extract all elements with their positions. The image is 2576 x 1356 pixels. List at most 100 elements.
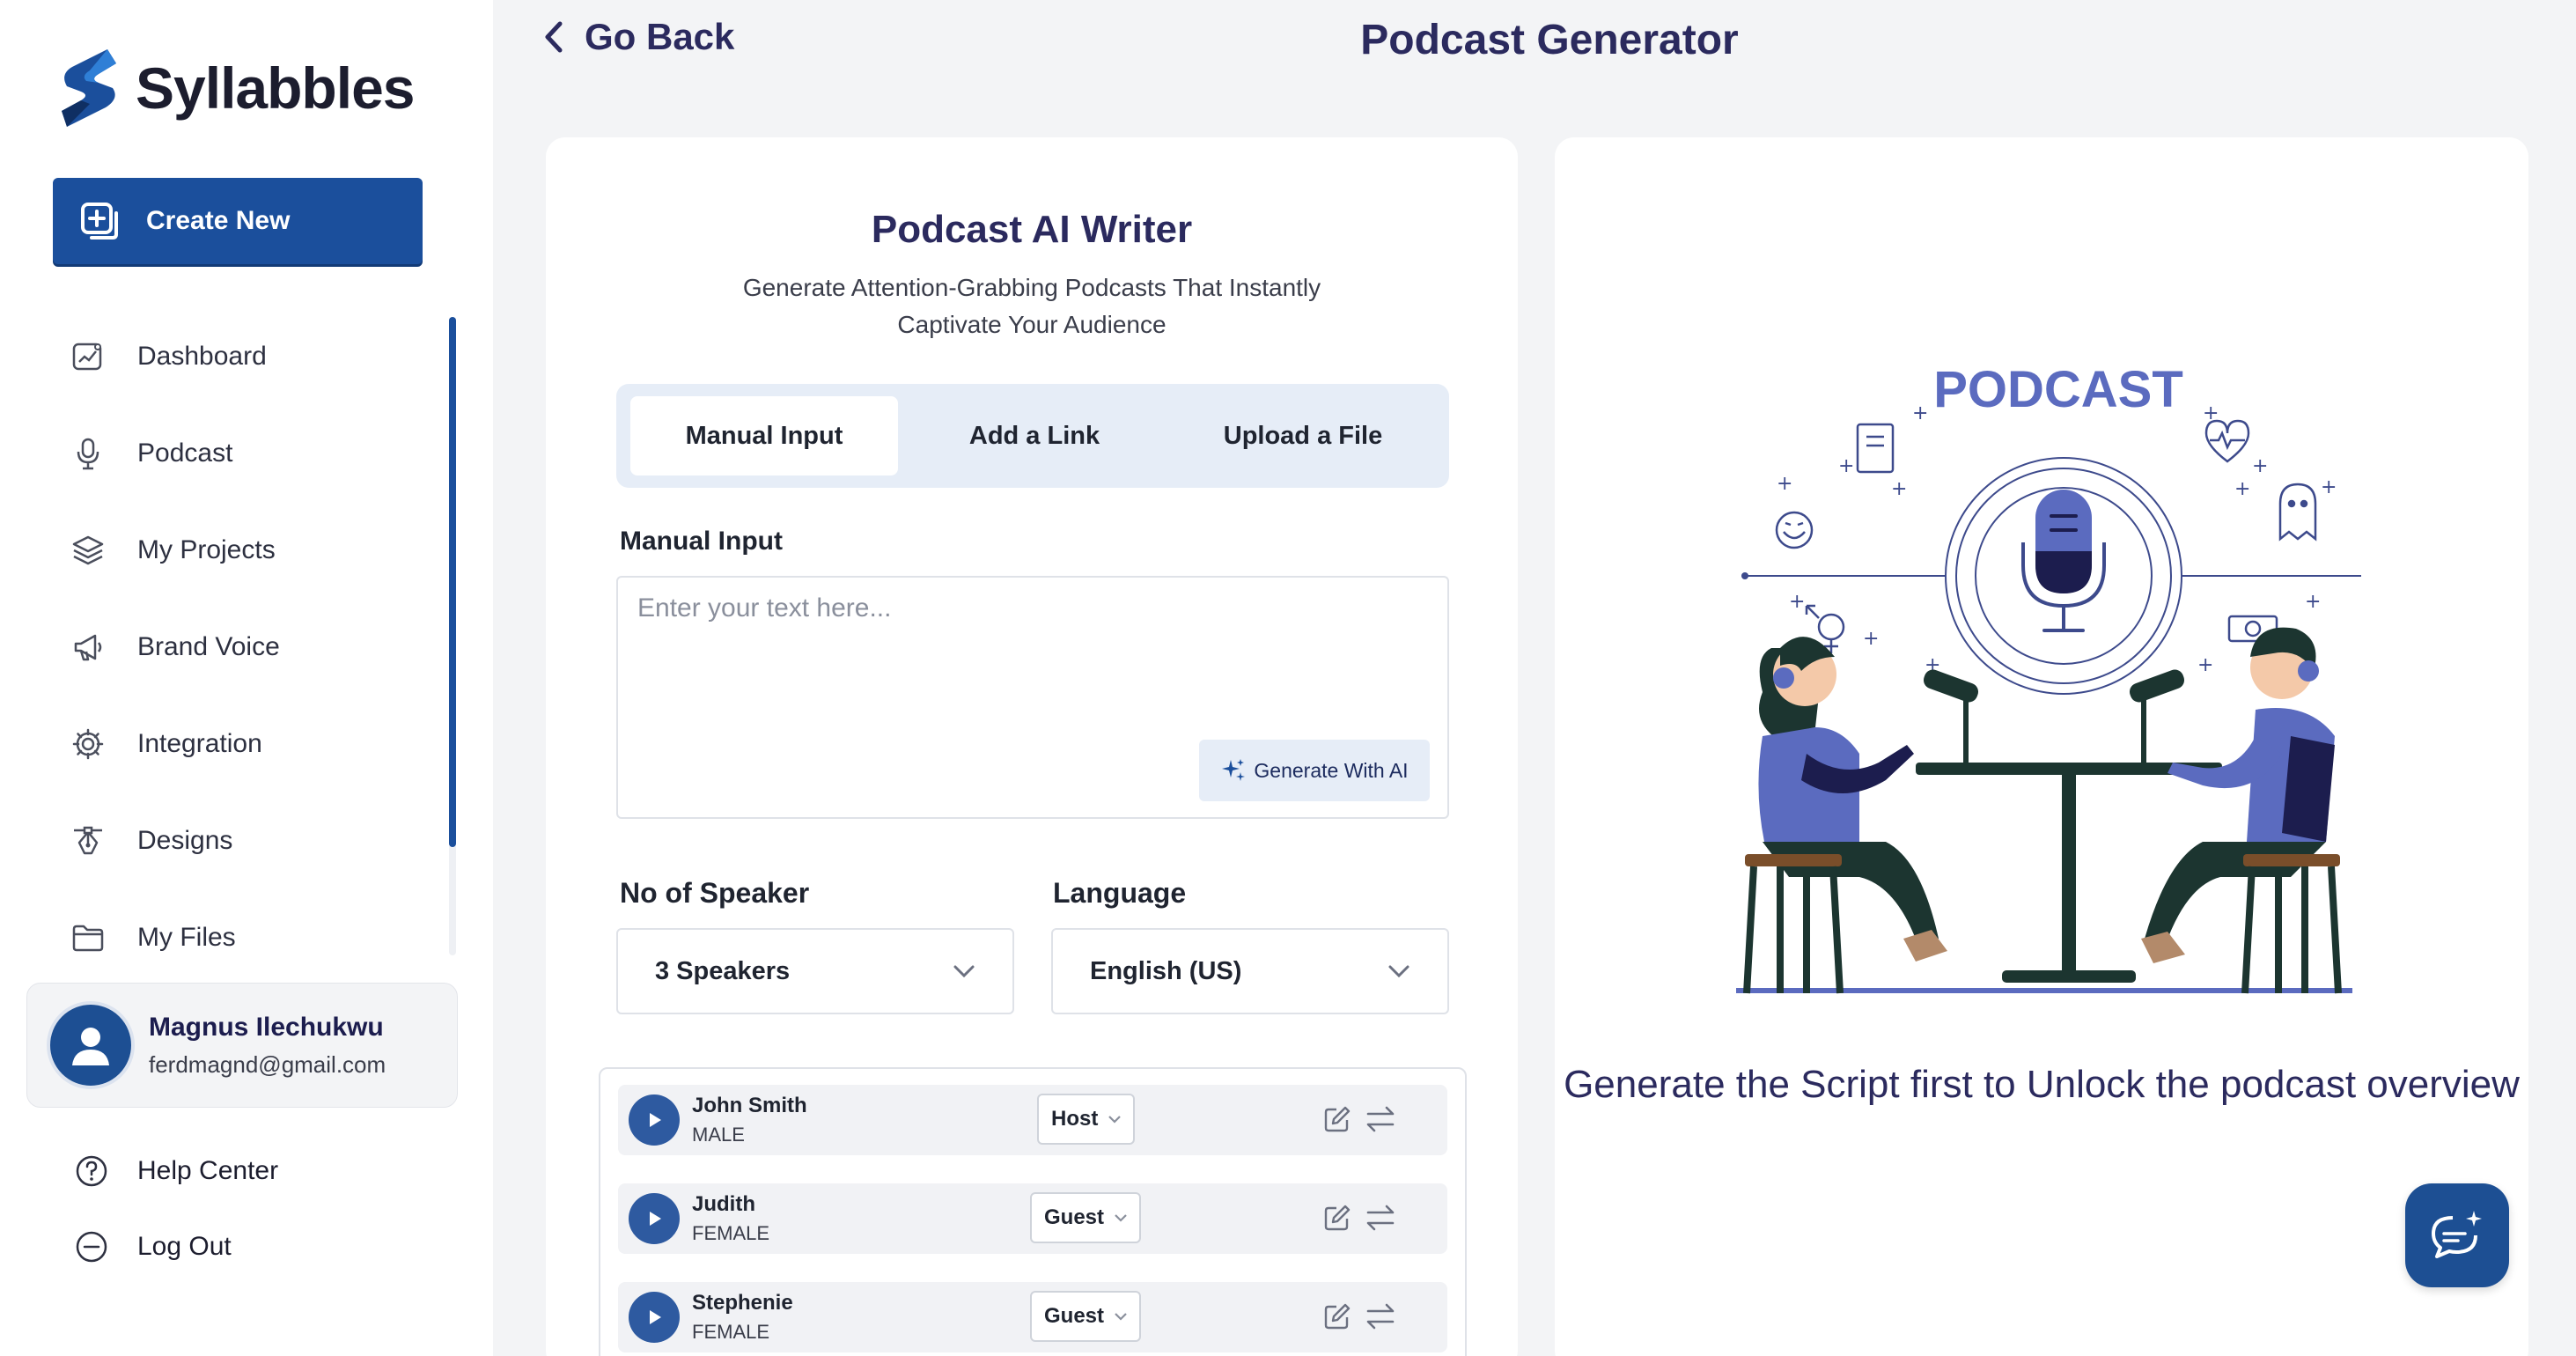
chat-bubble-icon (2432, 1211, 2482, 1258)
speaker-role-select[interactable]: Guest (1030, 1192, 1142, 1243)
sidebar-item-label: My Files (137, 923, 236, 952)
sidebar-item-designs[interactable]: Designs (70, 792, 449, 889)
help-circle-icon (76, 1155, 107, 1187)
log-out-link[interactable]: Log Out (74, 1229, 232, 1264)
svg-text:+: + (1891, 478, 1907, 500)
svg-text:+: + (1912, 402, 1928, 424)
syllabbles-logo-icon (62, 49, 116, 127)
book-icon (1856, 423, 1895, 474)
writer-subtitle: Generate Attention-Grabbing Podcasts Tha… (742, 274, 1321, 338)
swap-icon[interactable] (1365, 1203, 1396, 1233)
play-voice-button[interactable] (629, 1292, 680, 1343)
brand-name: Syllabbles (136, 55, 415, 121)
play-icon (650, 1212, 661, 1226)
tab-upload-a-file[interactable]: Upload a File (1171, 396, 1435, 475)
language-value: English (US) (1090, 956, 1242, 985)
sidebar: Syllabbles Create New Dashboard Podcast … (0, 0, 493, 1356)
language-label: Language (1053, 877, 1187, 909)
megaphone-icon (74, 634, 102, 661)
sidebar-item-label: Brand Voice (137, 632, 280, 661)
user-icon (72, 1028, 109, 1065)
sparkle-icon (1222, 759, 1246, 781)
create-new-label: Create New (146, 206, 291, 235)
studio-microphone-icon (2021, 490, 2106, 632)
sidebar-item-integration[interactable]: Integration (70, 696, 449, 792)
svg-text:+: + (2203, 402, 2219, 424)
svg-text:+: + (2234, 478, 2250, 500)
sidebar-item-label: My Projects (137, 535, 276, 564)
sidebar-item-label: Dashboard (137, 342, 267, 371)
play-icon (650, 1113, 661, 1127)
sidebar-scroll-thumb[interactable] (449, 317, 456, 847)
svg-text:+: + (2305, 591, 2321, 613)
play-voice-button[interactable] (629, 1193, 680, 1244)
brand-logo[interactable]: Syllabbles (55, 46, 415, 130)
speaker-row: Judith FEMALE Guest (618, 1183, 1447, 1254)
chevron-left-icon (545, 21, 563, 53)
illustration-title: PODCAST (1933, 366, 2183, 418)
dashboard-icon (72, 343, 102, 371)
ghost-icon (2278, 483, 2317, 542)
microphone-icon (77, 438, 99, 470)
user-name: Magnus Ilechukwu (149, 1012, 384, 1042)
folder-icon (72, 925, 104, 952)
speaker-count-select[interactable]: 3 Speakers (616, 928, 1014, 1014)
heart-pulse-icon (2204, 419, 2250, 463)
chevron-down-icon (1115, 1313, 1127, 1321)
sidebar-item-dashboard[interactable]: Dashboard (70, 308, 449, 405)
emoji-face-icon (1775, 511, 1814, 549)
play-voice-button[interactable] (629, 1094, 680, 1146)
host-person-figure (1743, 637, 1947, 994)
logout-icon (76, 1231, 107, 1263)
user-profile-card[interactable]: Magnus Ilechukwu ferdmagnd@gmail.com (26, 983, 458, 1108)
user-email: ferdmagnd@gmail.com (149, 1050, 386, 1078)
speaker-gender: MALE (692, 1124, 745, 1146)
swap-icon[interactable] (1365, 1301, 1396, 1331)
go-back-label: Go Back (585, 16, 735, 57)
swap-icon[interactable] (1365, 1104, 1396, 1134)
chevron-down-icon (953, 965, 975, 978)
sidebar-item-podcast[interactable]: Podcast (70, 405, 449, 502)
speaker-name: Judith (692, 1192, 755, 1216)
svg-text:+: + (2321, 476, 2337, 498)
speaker-count-label: No of Speaker (620, 877, 810, 909)
chat-support-button[interactable] (2405, 1183, 2509, 1287)
sidebar-item-brand-voice[interactable]: Brand Voice (70, 599, 449, 696)
svg-text:+: + (1777, 473, 1792, 495)
sidebar-item-label: Integration (137, 729, 262, 758)
log-out-label: Log Out (137, 1232, 232, 1261)
svg-text:+: + (1863, 628, 1879, 650)
tab-manual-input[interactable]: Manual Input (630, 396, 898, 475)
edit-icon[interactable] (1322, 1203, 1352, 1233)
chevron-down-icon (1388, 965, 1409, 978)
chevron-down-icon (1115, 1214, 1127, 1222)
speaker-role-value: Guest (1044, 1205, 1105, 1229)
go-back-button[interactable]: Go Back (541, 16, 734, 58)
svg-text:+: + (1789, 591, 1805, 613)
sidebar-item-my-files[interactable]: My Files (70, 889, 449, 986)
edit-icon[interactable] (1322, 1301, 1352, 1331)
speaker-role-select[interactable]: Host (1037, 1094, 1136, 1145)
help-center-link[interactable]: Help Center (74, 1153, 278, 1189)
speaker-count-value: 3 Speakers (655, 956, 791, 985)
manual-input-label: Manual Input (620, 527, 783, 556)
tab-add-a-link[interactable]: Add a Link (907, 396, 1162, 475)
language-select[interactable]: English (US) (1051, 928, 1449, 1014)
edit-icon[interactable] (1322, 1104, 1352, 1134)
generate-with-ai-button[interactable]: Generate With AI (1199, 740, 1430, 801)
input-mode-tabs: Manual Input Add a Link Upload a File (616, 384, 1449, 488)
podcast-preview-panel: PODCAST + + + + + + + + + + + + + Genera… (1555, 137, 2528, 1356)
speaker-role-select[interactable]: Guest (1030, 1291, 1142, 1342)
speaker-row: Stephenie FEMALE Guest (618, 1282, 1447, 1352)
sidebar-item-my-projects[interactable]: My Projects (70, 502, 449, 599)
avatar (47, 1001, 135, 1089)
pen-tool-icon (74, 826, 102, 855)
podcast-illustration: PODCAST ++++ +++ + +++ ++ (1736, 366, 2361, 994)
chevron-down-icon (1108, 1116, 1122, 1124)
create-new-button[interactable]: Create New (53, 178, 423, 264)
svg-text:+: + (2252, 455, 2268, 477)
help-center-label: Help Center (137, 1156, 279, 1185)
user-info: Magnus Ilechukwu ferdmagnd@gmail.com (149, 1013, 386, 1079)
writer-title: Podcast AI Writer (871, 208, 1193, 251)
preview-message: Generate the Script first to Unlock the … (1564, 1063, 2520, 1106)
